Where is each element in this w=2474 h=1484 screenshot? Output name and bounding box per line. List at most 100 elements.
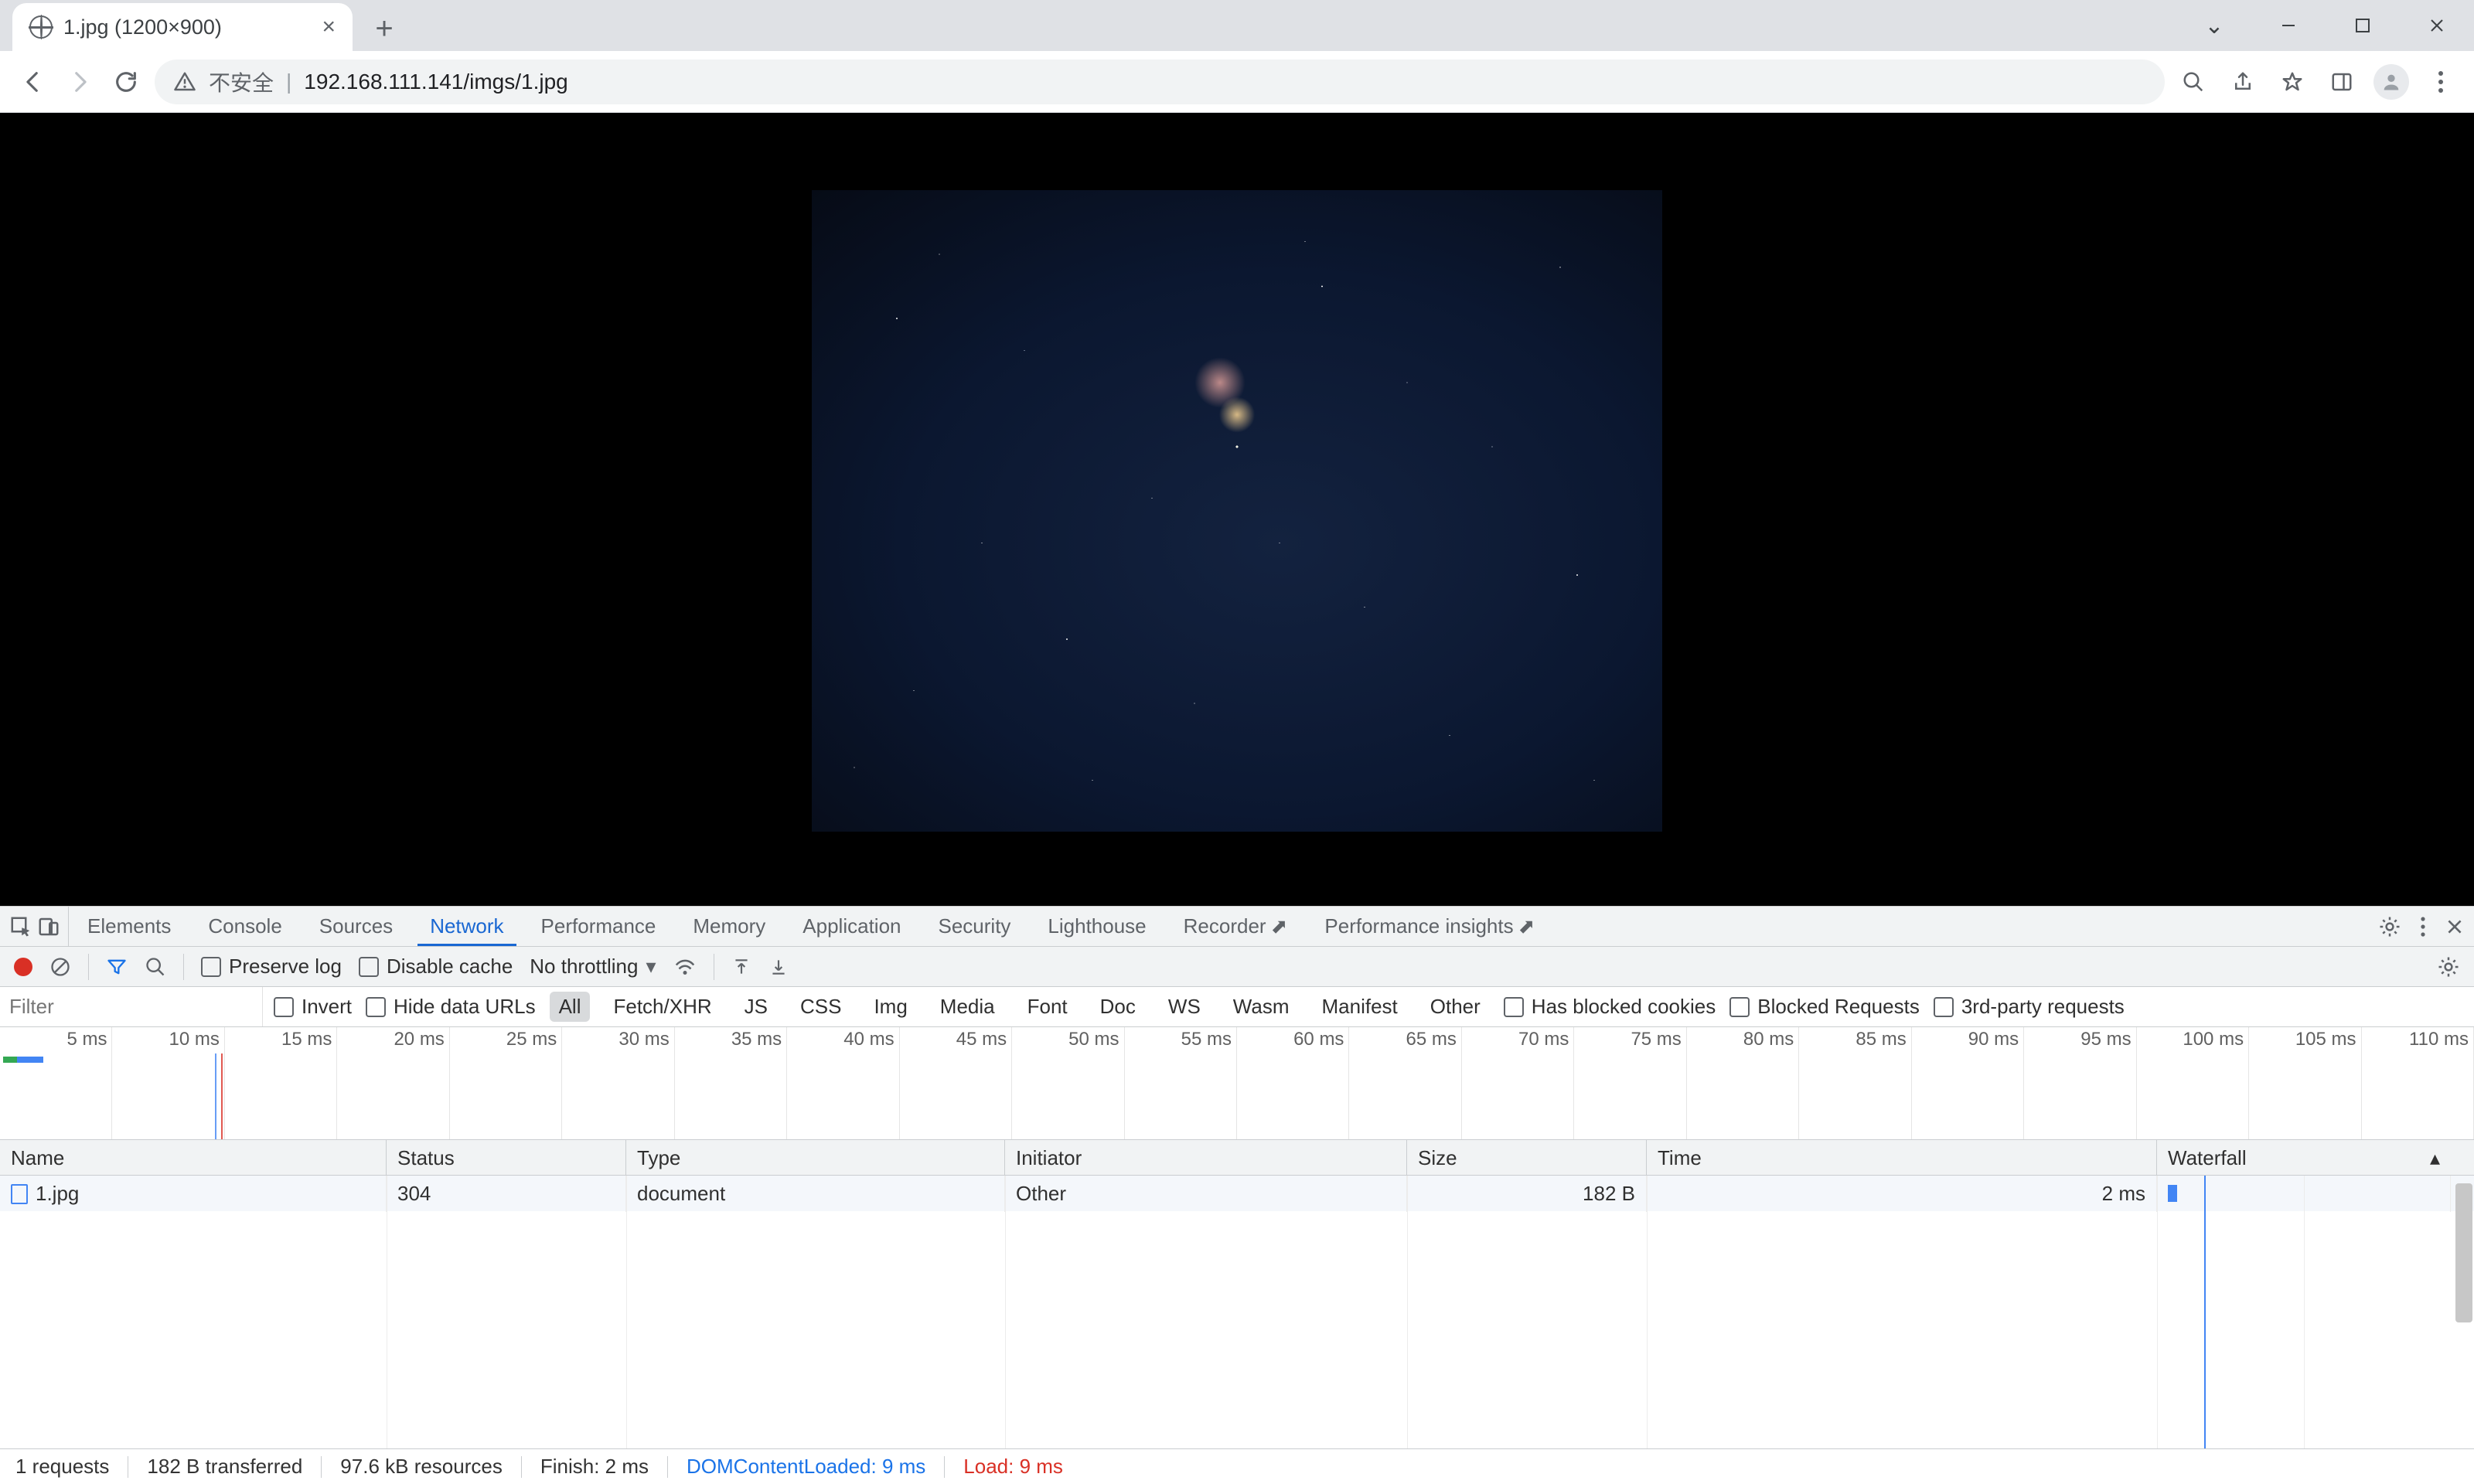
record-button[interactable] (14, 958, 32, 976)
new-tab-button[interactable]: + (362, 6, 407, 51)
tab-application[interactable]: Application (784, 907, 919, 946)
zoom-icon[interactable] (2176, 64, 2211, 100)
grid-header: Name Status Type Initiator Size Time Wat… (0, 1140, 2474, 1176)
close-tab-icon[interactable]: × (322, 14, 336, 40)
grid-rows[interactable]: 1.jpg 304 document Other 182 B 2 ms (0, 1176, 2474, 1448)
hide-data-urls-checkbox[interactable]: Hide data URLs (366, 995, 536, 1019)
image-preview[interactable] (812, 190, 1662, 832)
clear-button[interactable] (49, 956, 71, 978)
browser-tab[interactable]: 1.jpg (1200×900) × (12, 3, 353, 51)
filter-type-ws[interactable]: WS (1159, 992, 1210, 1022)
network-settings-icon[interactable] (2437, 955, 2460, 979)
col-type[interactable]: Type (626, 1140, 1005, 1176)
col-status[interactable]: Status (387, 1140, 626, 1176)
inspect-element-icon[interactable] (9, 915, 32, 938)
devtools-kebab-icon[interactable] (2420, 916, 2426, 938)
filter-toggle-icon[interactable] (106, 956, 128, 978)
throttling-select[interactable]: No throttling▾ (530, 955, 656, 979)
tab-title: 1.jpg (1200×900) (63, 15, 222, 39)
not-secure-icon (173, 70, 196, 94)
filter-type-other[interactable]: Other (1421, 992, 1490, 1022)
invert-checkbox[interactable]: Invert (274, 995, 352, 1019)
tab-recorder[interactable]: Recorder⬈ (1165, 907, 1307, 946)
forward-button[interactable] (62, 64, 97, 100)
devtools-panel: Elements Console Sources Network Perform… (0, 906, 2474, 1484)
bookmark-icon[interactable] (2275, 64, 2310, 100)
url-text: 192.168.111.141/imgs/1.jpg (304, 70, 567, 94)
filter-type-font[interactable]: Font (1018, 992, 1077, 1022)
close-window-button[interactable] (2400, 0, 2474, 51)
devtools-settings-icon[interactable] (2378, 915, 2401, 938)
network-timeline[interactable]: 5 ms10 ms15 ms20 ms25 ms30 ms35 ms40 ms4… (0, 1027, 2474, 1140)
filter-type-css[interactable]: CSS (791, 992, 850, 1022)
tab-strip: 1.jpg (1200×900) × + ⌄ (0, 0, 2474, 51)
network-filter-bar: Invert Hide data URLs All Fetch/XHR JS C… (0, 987, 2474, 1027)
maximize-button[interactable] (2326, 0, 2400, 51)
filter-type-all[interactable]: All (550, 992, 591, 1022)
preserve-log-checkbox[interactable]: Preserve log (201, 955, 342, 979)
thirdparty-checkbox[interactable]: 3rd-party requests (1934, 995, 2125, 1019)
import-har-icon[interactable] (731, 957, 751, 977)
toolbar-right (2176, 64, 2459, 100)
col-waterfall[interactable]: Waterfall▴ (2157, 1140, 2451, 1176)
tab-security[interactable]: Security (920, 907, 1030, 946)
minimize-button[interactable] (2251, 0, 2326, 51)
status-resources: 97.6 kB resources (340, 1455, 503, 1479)
profile-avatar[interactable] (2373, 64, 2409, 100)
filter-type-js[interactable]: JS (735, 992, 777, 1022)
disable-cache-checkbox[interactable]: Disable cache (359, 955, 513, 979)
not-secure-label: 不安全 (209, 66, 274, 97)
omnibox-separator: | (286, 70, 291, 94)
col-time[interactable]: Time (1647, 1140, 2157, 1176)
tab-elements[interactable]: Elements (69, 907, 189, 946)
globe-icon (29, 15, 53, 39)
status-dcl: DOMContentLoaded: 9 ms (687, 1455, 925, 1479)
network-conditions-icon[interactable] (673, 955, 697, 979)
reload-button[interactable] (108, 64, 144, 100)
filter-type-manifest[interactable]: Manifest (1313, 992, 1407, 1022)
status-requests: 1 requests (15, 1455, 109, 1479)
page-content (0, 113, 2474, 906)
col-name[interactable]: Name (0, 1140, 387, 1176)
table-row[interactable]: 1.jpg 304 document Other 182 B 2 ms (0, 1176, 2474, 1211)
col-initiator[interactable]: Initiator (1005, 1140, 1407, 1176)
tab-memory[interactable]: Memory (674, 907, 784, 946)
tab-network[interactable]: Network (411, 907, 522, 946)
tab-performance[interactable]: Performance (523, 907, 675, 946)
filter-type-img[interactable]: Img (864, 992, 916, 1022)
browser-toolbar: 不安全 | 192.168.111.141/imgs/1.jpg (0, 51, 2474, 113)
share-icon[interactable] (2225, 64, 2261, 100)
tab-performance-insights[interactable]: Performance insights⬈ (1306, 907, 1553, 946)
tab-sources[interactable]: Sources (301, 907, 411, 946)
status-transferred: 182 B transferred (147, 1455, 302, 1479)
search-icon[interactable] (145, 956, 166, 978)
filter-type-fetchxhr[interactable]: Fetch/XHR (604, 992, 721, 1022)
cell-type: document (626, 1176, 1005, 1212)
sort-asc-icon: ▴ (2430, 1146, 2440, 1170)
filter-type-media[interactable]: Media (931, 992, 1004, 1022)
device-toolbar-icon[interactable] (37, 915, 60, 938)
network-toolbar: Preserve log Disable cache No throttling… (0, 947, 2474, 987)
address-bar[interactable]: 不安全 | 192.168.111.141/imgs/1.jpg (155, 60, 2165, 104)
status-load: Load: 9 ms (963, 1455, 1063, 1479)
back-button[interactable] (15, 64, 51, 100)
export-har-icon[interactable] (768, 957, 789, 977)
side-panel-icon[interactable] (2324, 64, 2360, 100)
status-finish: Finish: 2 ms (540, 1455, 649, 1479)
filter-type-wasm[interactable]: Wasm (1224, 992, 1299, 1022)
tab-console[interactable]: Console (189, 907, 300, 946)
devtools-close-icon[interactable] (2445, 917, 2465, 937)
tab-lighthouse[interactable]: Lighthouse (1029, 907, 1164, 946)
devtools-inspect-group (9, 907, 69, 946)
filter-type-doc[interactable]: Doc (1091, 992, 1145, 1022)
kebab-menu-icon[interactable] (2423, 64, 2459, 100)
tab-search-button[interactable]: ⌄ (2177, 0, 2251, 51)
blocked-cookies-checkbox[interactable]: Has blocked cookies (1504, 995, 1716, 1019)
blocked-requests-checkbox[interactable]: Blocked Requests (1729, 995, 1920, 1019)
scrollbar-thumb[interactable] (2455, 1183, 2472, 1322)
preview-badge-icon: ⬈ (1518, 914, 1535, 938)
col-size[interactable]: Size (1407, 1140, 1647, 1176)
filter-input[interactable] (0, 987, 263, 1026)
network-status-bar: 1 requests 182 B transferred 97.6 kB res… (0, 1448, 2474, 1484)
preview-badge-icon: ⬈ (1271, 914, 1288, 938)
